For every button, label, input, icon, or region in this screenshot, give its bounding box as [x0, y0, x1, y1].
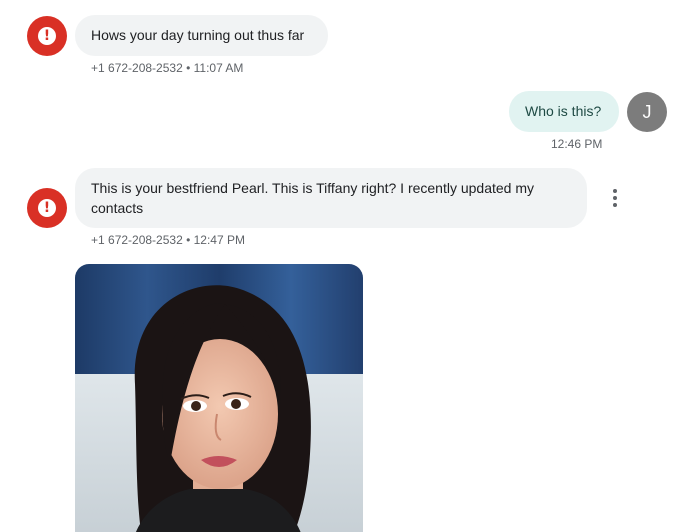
message-meta: +1 672-208-2532 • 11:07 AM — [91, 61, 244, 75]
error-icon: ! — [38, 27, 56, 45]
message-bubble-outgoing[interactable]: Who is this? — [509, 91, 619, 132]
more-vert-icon[interactable] — [603, 186, 627, 210]
message-bubble-incoming[interactable]: This is your bestfriend Pearl. This is T… — [75, 168, 587, 228]
message-text: Hows your day turning out thus far — [91, 27, 305, 43]
message-meta: 12:46 PM — [551, 137, 603, 151]
message-text: This is your bestfriend Pearl. This is T… — [91, 180, 535, 216]
message-text: Who is this? — [525, 103, 602, 119]
conversation-thread: ! Hows your day turning out thus far +1 … — [0, 0, 678, 532]
sender-error-avatar[interactable]: ! — [27, 188, 67, 228]
message-bubble-incoming[interactable]: Hows your day turning out thus far — [75, 15, 328, 56]
error-icon: ! — [38, 199, 56, 217]
sender-error-avatar[interactable]: ! — [27, 16, 67, 56]
image-attachment[interactable] — [75, 264, 363, 532]
portrait-photo — [75, 264, 363, 532]
user-avatar[interactable]: J — [627, 92, 667, 132]
message-meta: +1 672-208-2532 • 12:47 PM — [91, 233, 245, 247]
